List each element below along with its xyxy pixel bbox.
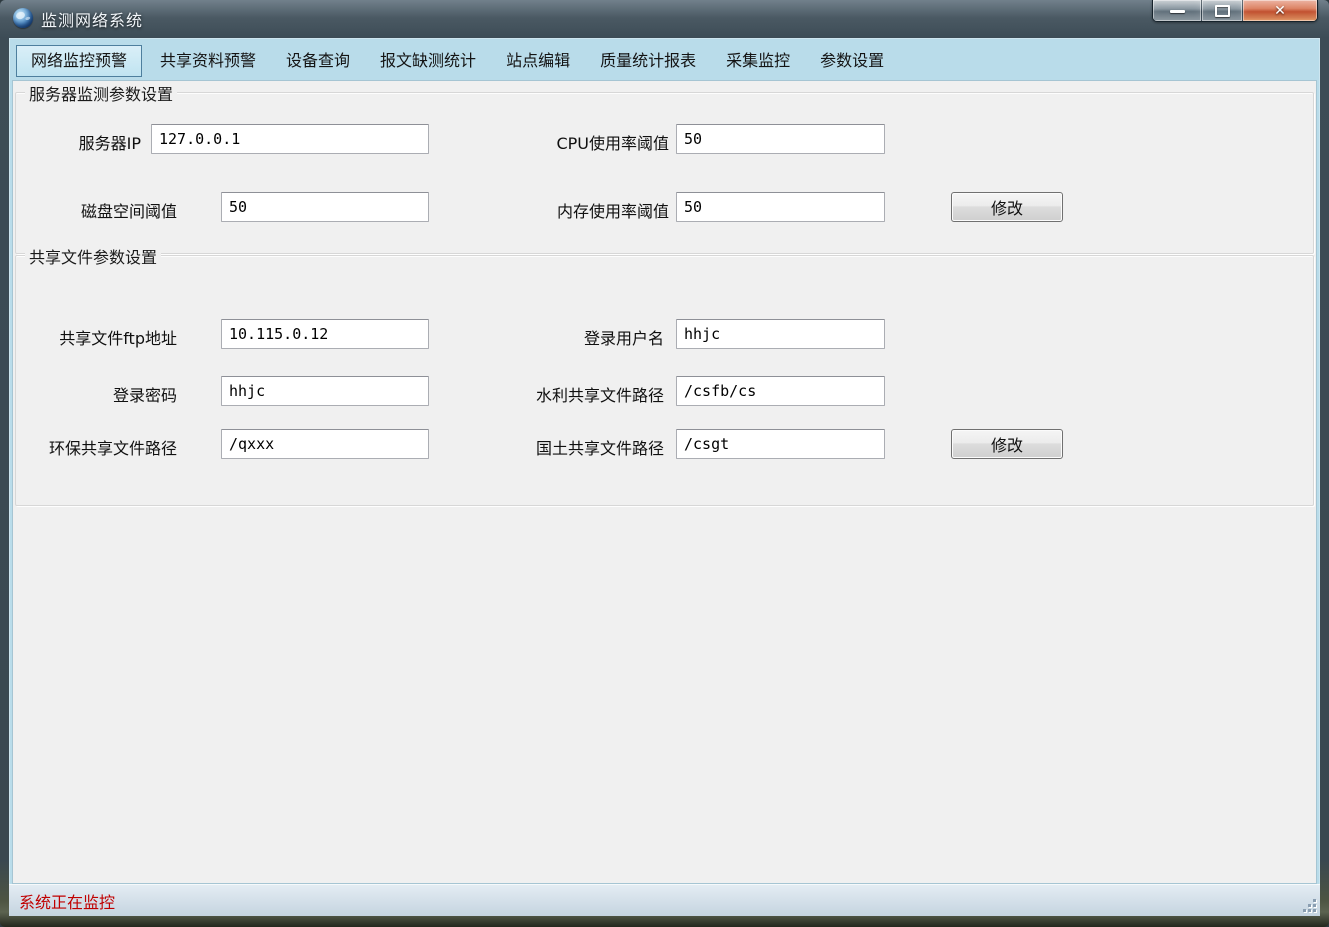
close-icon: ✕ — [1274, 4, 1286, 18]
tab-message-missing-stats[interactable]: 报文缺测统计 — [365, 45, 491, 77]
disk-threshold-input[interactable] — [221, 192, 429, 222]
tab-station-edit[interactable]: 站点编辑 — [491, 45, 585, 77]
server-params-modify-button[interactable]: 修改 — [951, 192, 1063, 222]
land-share-path-input[interactable] — [676, 429, 885, 459]
window-title: 监测网络系统 — [41, 7, 143, 31]
disk-threshold-label: 磁盘空间阈值 — [17, 198, 177, 222]
status-text: 系统正在监控 — [19, 889, 115, 913]
title-bar: 监测网络系统 ✕ — [0, 0, 1329, 38]
ftp-address-input[interactable] — [221, 319, 429, 349]
tab-page-network-monitoring: 服务器监测参数设置 服务器IP CPU使用率阈值 磁盘空间阈值 内存使用率阈值 … — [12, 80, 1317, 884]
share-params-groupbox — [15, 255, 1314, 506]
land-share-path-label: 国土共享文件路径 — [444, 435, 664, 459]
login-username-label: 登录用户名 — [444, 325, 664, 349]
server-params-group-title: 服务器监测参数设置 — [25, 81, 177, 105]
tab-network-monitoring-alert[interactable]: 网络监控预警 — [16, 45, 142, 77]
tab-shared-data-alert[interactable]: 共享资料预警 — [145, 45, 271, 77]
water-share-path-input[interactable] — [676, 376, 885, 406]
env-share-path-label: 环保共享文件路径 — [17, 435, 177, 459]
memory-threshold-label: 内存使用率阈值 — [449, 198, 669, 222]
close-button[interactable]: ✕ — [1243, 0, 1317, 21]
env-share-path-input[interactable] — [221, 429, 429, 459]
server-ip-input[interactable] — [151, 124, 429, 154]
caption-buttons: ✕ — [1152, 0, 1318, 22]
login-password-label: 登录密码 — [17, 382, 177, 406]
minimize-icon — [1170, 10, 1185, 13]
maximize-button[interactable] — [1202, 0, 1243, 21]
cpu-threshold-label: CPU使用率阈值 — [449, 130, 669, 154]
login-password-input[interactable] — [221, 376, 429, 406]
app-window: 监测网络系统 ✕ 网络监控预警 共享资料预警 设备查询 报文缺测统计 站点编辑 … — [0, 0, 1329, 927]
share-params-modify-button[interactable]: 修改 — [951, 429, 1063, 459]
maximize-icon — [1215, 5, 1230, 17]
tab-quality-stats-report[interactable]: 质量统计报表 — [585, 45, 711, 77]
tab-device-query[interactable]: 设备查询 — [271, 45, 365, 77]
status-bar: 系统正在监控 — [9, 884, 1320, 916]
cpu-threshold-input[interactable] — [676, 124, 885, 154]
tab-parameter-settings[interactable]: 参数设置 — [805, 45, 899, 77]
water-share-path-label: 水利共享文件路径 — [444, 382, 664, 406]
server-ip-label: 服务器IP — [17, 130, 141, 154]
globe-icon — [13, 8, 33, 28]
tab-collection-monitor[interactable]: 采集监控 — [711, 45, 805, 77]
tab-control: 网络监控预警 共享资料预警 设备查询 报文缺测统计 站点编辑 质量统计报表 采集… — [9, 38, 1320, 916]
share-params-group-title: 共享文件参数设置 — [25, 244, 161, 268]
tab-strip: 网络监控预警 共享资料预警 设备查询 报文缺测统计 站点编辑 质量统计报表 采集… — [16, 43, 1313, 79]
minimize-button[interactable] — [1153, 0, 1202, 21]
server-params-groupbox — [15, 92, 1314, 254]
resize-grip[interactable] — [1302, 898, 1316, 912]
memory-threshold-input[interactable] — [676, 192, 885, 222]
ftp-address-label: 共享文件ftp地址 — [17, 325, 177, 349]
login-username-input[interactable] — [676, 319, 885, 349]
